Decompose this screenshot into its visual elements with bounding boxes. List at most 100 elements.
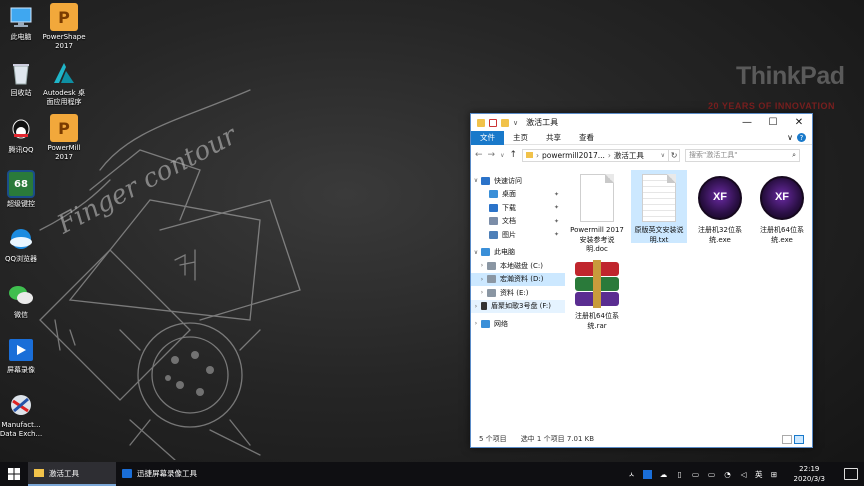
- autodesk-icon: [50, 59, 78, 87]
- desktop-icon-wechat[interactable]: 微信: [0, 281, 44, 320]
- start-button[interactable]: [0, 462, 28, 486]
- back-button[interactable]: ←: [475, 150, 483, 160]
- display-icon[interactable]: ▭: [691, 470, 700, 479]
- winrar-archive-icon: [573, 260, 621, 308]
- refresh-button[interactable]: ↻: [668, 148, 681, 162]
- recycle-bin-icon: [7, 59, 35, 87]
- search-placeholder: 搜索"激活工具": [689, 151, 738, 159]
- nav-network[interactable]: › 网络: [471, 317, 565, 331]
- file-item[interactable]: Powermill 2017 安装参考说明.doc: [569, 170, 625, 255]
- drive-icon: [487, 288, 496, 297]
- volume-icon[interactable]: ◁: [739, 470, 748, 479]
- screen-recorder-icon: [122, 468, 132, 478]
- this-pc-icon: [7, 3, 35, 31]
- star-icon: [481, 176, 490, 185]
- desktop-icon-autodesk[interactable]: Autodesk 桌面应用程序: [41, 59, 87, 107]
- nav-downloads[interactable]: 下载 ✦: [471, 201, 565, 215]
- qq-tray-icon[interactable]: [643, 469, 653, 479]
- usb-drive-icon: [481, 302, 487, 311]
- file-item[interactable]: 注册机64位系统.rar: [569, 256, 625, 331]
- nav-desktop[interactable]: 桌面 ✦: [471, 188, 565, 202]
- drive-icon: [487, 261, 496, 270]
- super-key-icon: 68: [7, 170, 35, 198]
- tab-view[interactable]: 查看: [570, 131, 603, 145]
- qq-browser-icon: [7, 225, 35, 253]
- properties-icon[interactable]: [489, 118, 497, 127]
- nav-drive-c[interactable]: › 本地磁盘 (C:): [471, 259, 565, 273]
- desktop-icon-qq-browser[interactable]: QQ浏览器: [0, 225, 44, 264]
- forward-button[interactable]: →: [488, 150, 496, 160]
- up-button[interactable]: ↑: [510, 150, 518, 160]
- desktop-icon-powermill[interactable]: P PowerMill 2017: [41, 114, 87, 162]
- nav-drive-f[interactable]: › 盾聚如歌3号盘 (F:): [471, 299, 565, 313]
- folder-icon: [477, 118, 485, 127]
- powermill-icon: P: [50, 114, 78, 142]
- taskbar-button-screen-recorder[interactable]: 迅捷屏幕录像工具: [116, 462, 226, 486]
- recent-locations-button[interactable]: ∨: [500, 152, 504, 159]
- nav-drive-d[interactable]: › 宏瀚资料 (D:): [471, 272, 565, 286]
- minimize-button[interactable]: —: [734, 114, 760, 131]
- breadcrumb-powermill[interactable]: powermill2017...: [542, 151, 605, 160]
- battery-icon[interactable]: ▭: [707, 470, 716, 479]
- nav-quick-access[interactable]: ∨ 快速访问: [471, 174, 565, 188]
- usb-icon[interactable]: ▯: [675, 470, 684, 479]
- keyboard-icon[interactable]: ⊞: [770, 470, 779, 479]
- search-icon: ⌕: [792, 150, 797, 159]
- title-bar[interactable]: ∨ 激活工具 — ☐ ✕: [471, 114, 812, 131]
- selection-info: 选中 1 个项目 7.01 KB: [520, 435, 595, 443]
- desktop-icon-powershape[interactable]: P PowerShape 2017: [41, 3, 87, 51]
- nav-drive-e[interactable]: › 资料 (E:): [471, 286, 565, 300]
- large-icons-view-button[interactable]: [794, 434, 804, 444]
- maximize-button[interactable]: ☐: [760, 114, 786, 131]
- close-button[interactable]: ✕: [786, 114, 812, 131]
- file-item[interactable]: XF 注册机32位系统.exe: [692, 170, 748, 245]
- customize-toolbar-chevron[interactable]: ∨: [513, 119, 518, 127]
- clock-date: 2020/3/3: [793, 475, 825, 483]
- help-icon[interactable]: ?: [797, 133, 806, 142]
- keygen-icon: XF: [760, 176, 804, 220]
- folder-icon: [34, 469, 44, 477]
- status-bar: 5 个项目 选中 1 个项目 7.01 KB: [471, 431, 812, 447]
- quick-access-toolbar: ∨: [477, 118, 518, 127]
- desktop-icon-qq[interactable]: 腾讯QQ: [0, 116, 44, 155]
- input-method-indicator[interactable]: 英: [755, 469, 763, 480]
- new-folder-icon[interactable]: [501, 118, 509, 127]
- search-input[interactable]: 搜索"激活工具" ⌕: [685, 148, 801, 162]
- show-hidden-icons-button[interactable]: ㅅ: [627, 470, 636, 479]
- wifi-icon[interactable]: ◔: [723, 470, 732, 479]
- tab-share[interactable]: 共享: [537, 131, 570, 145]
- pin-icon: ✦: [553, 231, 559, 239]
- file-item[interactable]: 原版英文安装说明.txt: [631, 170, 687, 244]
- desktop-icon-super-key[interactable]: 68 超级键控: [0, 170, 44, 209]
- nav-pictures[interactable]: 图片 ✦: [471, 228, 565, 242]
- explorer-window[interactable]: ∨ 激活工具 — ☐ ✕ 文件 主页 共享 查看 ∨ ? ← → ∨ ↑ › p…: [470, 113, 813, 448]
- onedrive-icon[interactable]: ☁: [659, 470, 668, 479]
- tab-file[interactable]: 文件: [471, 130, 504, 145]
- details-view-button[interactable]: [782, 434, 792, 444]
- clock[interactable]: 22:19 2020/3/3: [794, 464, 825, 484]
- pictures-icon: [489, 230, 498, 239]
- tab-home[interactable]: 主页: [504, 131, 537, 145]
- desktop-icon-this-pc[interactable]: 此电脑: [0, 3, 44, 42]
- navigation-bar: ← → ∨ ↑ › powermill2017... › 激活工具 ∨ ↻ 搜索…: [471, 145, 812, 165]
- desktop-icon-screen-record[interactable]: 屏幕录像: [0, 336, 44, 375]
- ribbon-tabs: 文件 主页 共享 查看 ∨ ?: [471, 130, 812, 145]
- desktop-icon-manufacturing-data-exchange[interactable]: Manufact... Data Exch...: [0, 391, 44, 439]
- address-dropdown[interactable]: ∨: [661, 152, 665, 159]
- file-item[interactable]: XF 注册机64位系统.exe: [754, 170, 810, 245]
- this-pc-icon: [481, 248, 490, 257]
- nav-this-pc[interactable]: ∨ 此电脑: [471, 246, 565, 260]
- powershape-icon: P: [50, 3, 78, 31]
- thinkpad-tagline: 20 YEARS OF INNOVATION: [708, 101, 836, 111]
- breadcrumb-activation-tools[interactable]: 激活工具: [614, 150, 644, 161]
- clock-time: 22:19: [799, 465, 820, 473]
- address-bar[interactable]: › powermill2017... › 激活工具 ∨: [522, 148, 670, 162]
- desktop-icon-recycle-bin[interactable]: 回收站: [0, 59, 44, 98]
- item-count: 5 个项目: [479, 435, 507, 443]
- expand-ribbon-button[interactable]: ∨: [787, 133, 793, 142]
- manufacturing-data-exchange-icon: [7, 391, 35, 419]
- taskbar-button-explorer[interactable]: 激活工具: [28, 462, 116, 486]
- notification-center-icon[interactable]: [844, 468, 858, 480]
- windows-icon: [8, 468, 20, 480]
- nav-documents[interactable]: 文档 ✦: [471, 215, 565, 229]
